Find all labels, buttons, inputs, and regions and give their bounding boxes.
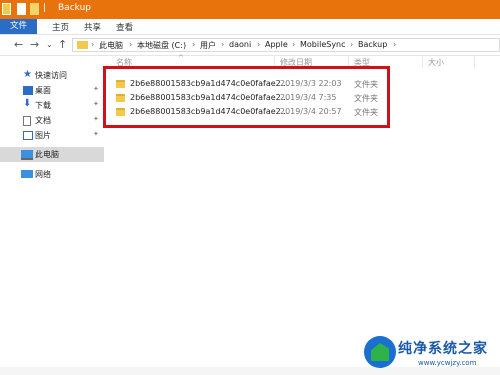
document-icon — [23, 116, 31, 126]
column-header-size[interactable]: 大小 — [428, 57, 444, 68]
watermark-title: 纯净系统之家 — [398, 341, 488, 357]
download-arrow-icon: ⬇ — [23, 98, 32, 109]
file-type: 文件夹 — [354, 80, 378, 89]
file-date: 2019/3/4 7:35 — [280, 93, 337, 102]
breadcrumb-separator: › — [91, 40, 95, 49]
tab-home[interactable]: 主页 — [52, 21, 69, 33]
forward-arrow-icon[interactable]: → — [30, 38, 39, 51]
file-name: 2b6e88001583cb9a1d474c0e0fafae2... — [130, 79, 289, 88]
sidebar-item-label: 文档 — [35, 116, 51, 125]
column-divider[interactable] — [474, 56, 475, 68]
file-date: 2019/3/4 20:57 — [280, 107, 342, 116]
pin-icon: ✦ — [93, 115, 99, 123]
breadcrumb-separator: › — [192, 40, 196, 49]
computer-icon — [21, 150, 33, 160]
tab-view[interactable]: 查看 — [116, 21, 133, 33]
breadcrumb-local-disk[interactable]: 本地磁盘 (C:) — [137, 40, 186, 51]
breadcrumb-this-pc[interactable]: 此电脑 — [99, 40, 123, 51]
breadcrumb-mobilesync[interactable]: MobileSync — [300, 40, 346, 49]
ribbon-tabs: 文件 主页 共享 查看 — [0, 19, 500, 35]
window-title: Backup — [58, 3, 91, 13]
sidebar-item-label: 此电脑 — [35, 150, 59, 159]
sidebar-item-desktop[interactable]: 桌面 ✦ — [0, 83, 104, 98]
sidebar-item-documents[interactable]: 文档 ✦ — [0, 113, 104, 128]
breadcrumb-separator: › — [257, 40, 261, 49]
navigation-pane: ★ 快速访问 桌面 ✦ ⬇ 下载 ✦ 文档 ✦ 图片 ✦ 此电脑 网络 — [0, 56, 104, 375]
star-icon: ★ — [23, 69, 32, 80]
watermark: 纯净系统之家 www.ycwjzy.com — [358, 332, 500, 375]
breadcrumb-daoni[interactable]: daoni — [229, 40, 251, 49]
pictures-icon — [23, 131, 33, 140]
tab-share[interactable]: 共享 — [84, 21, 101, 33]
recent-locations-icon[interactable]: ⌄ — [46, 40, 53, 49]
column-divider[interactable] — [422, 56, 423, 68]
sidebar-item-pictures[interactable]: 图片 ✦ — [0, 128, 104, 143]
breadcrumb-separator: › — [393, 40, 397, 49]
watermark-url: www.ycwjzy.com — [418, 359, 477, 367]
tab-file[interactable]: 文件 — [0, 19, 37, 34]
column-divider[interactable] — [348, 56, 349, 68]
sidebar-item-label: 网络 — [35, 170, 51, 179]
list-item[interactable]: 2b6e88001583cb9a1d474c0e0fafae2... 2019/… — [116, 106, 388, 119]
breadcrumb-separator: › — [292, 40, 296, 49]
folder-icon — [116, 80, 125, 88]
file-type: 文件夹 — [354, 94, 378, 103]
breadcrumb-separator: › — [129, 40, 133, 49]
watermark-logo-icon — [364, 336, 396, 368]
column-header-type[interactable]: 类型 — [354, 57, 370, 68]
file-list: 名称 ^ 修改日期 类型 大小 2b6e88001583cb9a1d474c0e… — [104, 54, 500, 375]
column-divider[interactable] — [274, 56, 275, 68]
sidebar-item-network[interactable]: 网络 — [0, 167, 104, 182]
sidebar-item-label: 图片 — [35, 131, 51, 140]
folder-icon — [2, 3, 11, 15]
quick-access-toolbar-separator: | — [43, 3, 47, 13]
breadcrumb-separator: › — [350, 40, 354, 49]
back-arrow-icon[interactable]: ← — [14, 38, 23, 51]
pin-icon: ✦ — [93, 85, 99, 93]
file-date: 2019/3/3 22:03 — [280, 79, 342, 88]
pin-icon: ✦ — [93, 100, 99, 108]
pin-icon: ✦ — [93, 130, 99, 138]
breadcrumb-apple[interactable]: Apple — [265, 40, 288, 49]
address-bar[interactable]: › 此电脑 › 本地磁盘 (C:) › 用户 › daoni › Apple ›… — [72, 38, 500, 52]
list-item[interactable]: 2b6e88001583cb9a1d474c0e0fafae2... 2019/… — [116, 78, 388, 91]
title-bar: | Backup — [0, 0, 500, 19]
sidebar-item-label: 下载 — [35, 101, 51, 110]
column-header-date[interactable]: 修改日期 — [280, 57, 312, 68]
sidebar-item-label: 桌面 — [35, 86, 51, 95]
breadcrumb-backup[interactable]: Backup — [358, 40, 387, 49]
sidebar-item-this-pc[interactable]: 此电脑 — [0, 147, 104, 162]
column-header-row: 名称 ^ 修改日期 类型 大小 — [104, 54, 500, 68]
address-row: ← → ⌄ ↑ › 此电脑 › 本地磁盘 (C:) › 用户 › daoni ›… — [0, 35, 500, 56]
column-header-name[interactable]: 名称 — [116, 57, 132, 68]
breadcrumb-users[interactable]: 用户 — [200, 40, 216, 51]
breadcrumb-separator: › — [221, 40, 225, 49]
file-name: 2b6e88001583cb9a1d474c0e0fafae2... — [130, 107, 289, 116]
folder-icon — [116, 94, 125, 102]
network-icon — [21, 170, 33, 178]
sidebar-item-label: 快速访问 — [35, 71, 67, 80]
sidebar-item-quick-access[interactable]: ★ 快速访问 — [0, 68, 104, 83]
folder-icon — [77, 41, 88, 49]
file-type: 文件夹 — [354, 108, 378, 117]
desktop-icon — [23, 86, 33, 95]
folder-icon — [116, 108, 125, 116]
up-arrow-icon[interactable]: ↑ — [58, 38, 67, 51]
sidebar-item-downloads[interactable]: ⬇ 下载 ✦ — [0, 98, 104, 113]
sort-up-icon: ^ — [178, 54, 184, 62]
file-name: 2b6e88001583cb9a1d474c0e0fafae2... — [130, 93, 289, 102]
list-item[interactable]: 2b6e88001583cb9a1d474c0e0fafae2... 2019/… — [116, 92, 388, 105]
properties-icon[interactable] — [17, 3, 26, 15]
new-folder-icon[interactable] — [30, 3, 39, 15]
